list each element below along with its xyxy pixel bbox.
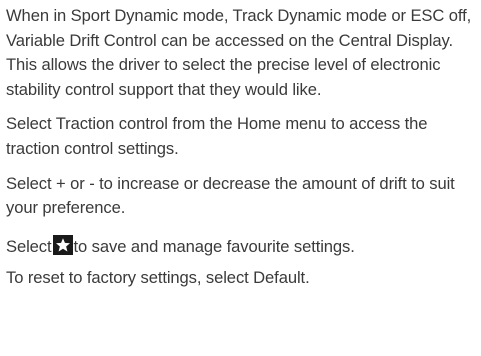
reset-text-before: To reset to factory settings, select: [6, 268, 254, 288]
paragraph-variable-drift-intro: When in Sport Dynamic mode, Track Dynami…: [6, 6, 472, 99]
favourites-text-after: to save and manage favourite settings.: [73, 236, 355, 256]
paragraph-traction-control: Select Traction control from the Home me…: [6, 114, 428, 158]
paragraph-reset-default: To reset to factory settings, select Def…: [6, 266, 478, 291]
document-body: When in Sport Dynamic mode, Track Dynami…: [6, 4, 478, 291]
favourites-text-before: Select: [6, 236, 52, 256]
star-icon: [52, 234, 73, 255]
paragraph-favourites: Select to save and manage favourite setti…: [6, 234, 478, 260]
paragraph-adjust-drift: Select + or - to increase or decrease th…: [6, 173, 455, 218]
reset-text-after: .: [305, 268, 310, 288]
default-term: Default: [253, 268, 306, 288]
